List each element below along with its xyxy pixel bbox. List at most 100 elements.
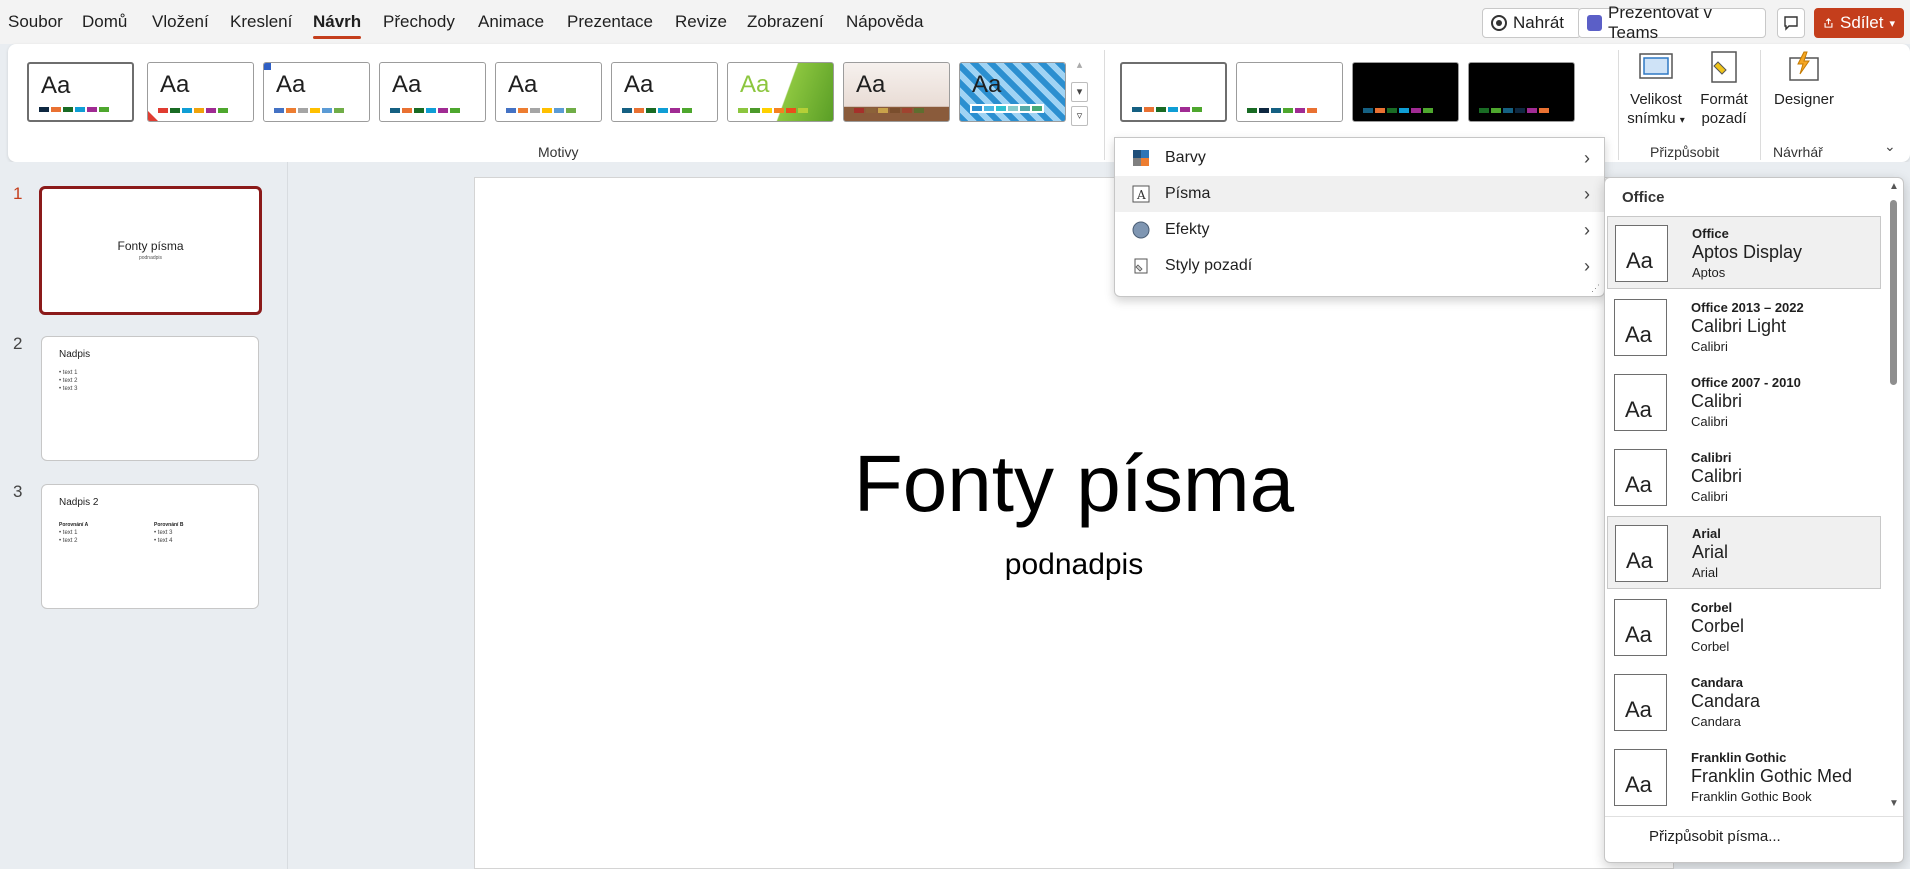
designer-icon xyxy=(1784,50,1824,86)
variant-thumb-1[interactable] xyxy=(1120,62,1227,122)
tab-prezentace[interactable]: Prezentace xyxy=(567,12,653,32)
font-heading: Franklin Gothic Med xyxy=(1691,766,1853,786)
variant-colors xyxy=(1132,107,1202,112)
theme-thumb-5[interactable]: Aa xyxy=(495,62,602,122)
colors-icon xyxy=(1131,148,1151,168)
font-option-corbel[interactable]: Aa Corbel Corbel Corbel xyxy=(1607,591,1881,664)
font-option-office-2013[interactable]: Aa Office 2013 – 2022 Calibri Light Cali… xyxy=(1607,291,1881,364)
font-body: Franklin Gothic Book xyxy=(1691,789,1812,804)
resize-grip-icon[interactable]: ⋰ xyxy=(1591,283,1600,294)
customize-fonts-label: Přizpůsobit písma... xyxy=(1649,828,1781,845)
menu-item-colors[interactable]: Barvy › xyxy=(1115,140,1604,176)
font-set-name: Corbel xyxy=(1691,600,1733,615)
slide-number: 1 xyxy=(13,184,23,203)
font-set-name: Calibri xyxy=(1691,450,1732,465)
ribbon-collapse-icon[interactable]: ⌄ xyxy=(1884,138,1896,155)
slide-subtitle[interactable]: podnadpis xyxy=(475,548,1673,582)
slide-thumbnails-panel: 1 Fonty písma podnadpis 2 Nadpis • text … xyxy=(0,162,288,869)
font-preview-icon: Aa xyxy=(1615,225,1668,282)
tab-kresleni[interactable]: Kreslení xyxy=(230,12,292,32)
format-background-icon xyxy=(1704,50,1744,86)
scroll-up-icon[interactable]: ▲ xyxy=(1889,181,1899,192)
font-body: Candara xyxy=(1691,714,1741,729)
theme-aa: Aa xyxy=(624,71,654,98)
gallery-scroll-up[interactable]: ▴ xyxy=(1071,56,1088,76)
theme-thumb-7[interactable]: Aa xyxy=(727,62,834,122)
fonts-scrollbar[interactable]: ▲ ▼ xyxy=(1885,178,1903,816)
tab-prechody[interactable]: Přechody xyxy=(383,12,455,32)
thumb-bullet: • text 3 xyxy=(59,386,78,392)
slide-thumbnail-2[interactable]: Nadpis • text 1 • text 2 • text 3 xyxy=(41,336,259,461)
font-heading: Calibri Light xyxy=(1691,316,1787,336)
theme-corner-accent xyxy=(264,63,271,70)
share-button[interactable]: Sdílet ▾ xyxy=(1814,8,1904,38)
font-set-name: Franklin Gothic xyxy=(1691,750,1787,765)
thumb-title: Nadpis 2 xyxy=(59,497,99,508)
chevron-right-icon: › xyxy=(1584,219,1590,240)
tab-zobrazeni[interactable]: Zobrazení xyxy=(747,12,824,32)
gallery-expand[interactable]: ▿ xyxy=(1071,106,1088,126)
theme-colors xyxy=(970,104,1044,113)
designer-button[interactable]: Designer xyxy=(1766,50,1842,109)
menu-item-label: Barvy xyxy=(1165,149,1206,166)
tab-napoveda[interactable]: Nápověda xyxy=(846,12,924,32)
menu-item-effects[interactable]: Efekty › xyxy=(1115,212,1604,248)
record-button[interactable]: Nahrát xyxy=(1482,8,1581,38)
variants-dropdown-menu: Barvy › A Písma › Efekty › Styly pozadí … xyxy=(1114,137,1605,297)
slide-thumbnail-3[interactable]: Nadpis 2 Porovnání A • text 1 • text 2 P… xyxy=(41,484,259,609)
menu-item-background-styles[interactable]: Styly pozadí › xyxy=(1115,248,1604,284)
variant-colors xyxy=(1479,108,1549,113)
scroll-down-icon[interactable]: ▼ xyxy=(1889,798,1899,809)
theme-thumb-9[interactable]: Aa xyxy=(959,62,1066,122)
gallery-scroll-down[interactable]: ▾ xyxy=(1071,82,1088,102)
thumb-bullet: • text 3 xyxy=(154,530,173,536)
thumb-title: Nadpis xyxy=(59,349,91,360)
theme-thumb-6[interactable]: Aa xyxy=(611,62,718,122)
variant-thumb-4[interactable] xyxy=(1468,62,1575,122)
theme-aa: Aa xyxy=(856,71,886,98)
variant-colors xyxy=(1247,108,1317,113)
font-option-candara[interactable]: Aa Candara Candara Candara xyxy=(1607,666,1881,739)
slide-size-button[interactable]: Velikost snímku ▾ xyxy=(1625,50,1687,130)
font-option-arial[interactable]: Aa Arial Arial Arial xyxy=(1607,516,1881,589)
slide-number: 2 xyxy=(13,334,23,353)
chevron-down-icon: ▾ xyxy=(1679,115,1685,126)
menu-item-label: Písma xyxy=(1165,185,1211,202)
font-option-office[interactable]: Aa Office Aptos Display Aptos xyxy=(1607,216,1881,289)
font-set-name: Office xyxy=(1692,226,1729,241)
tab-vlozeni[interactable]: Vložení xyxy=(152,12,209,32)
font-option-calibri[interactable]: Aa Calibri Calibri Calibri xyxy=(1607,441,1881,514)
scrollbar-thumb[interactable] xyxy=(1890,200,1897,385)
variant-thumb-2[interactable] xyxy=(1236,62,1343,122)
format-background-button[interactable]: Formát pozadí xyxy=(1694,50,1754,128)
font-option-franklin-gothic[interactable]: Aa Franklin Gothic Franklin Gothic Med F… xyxy=(1607,741,1881,814)
slide-thumbnail-1[interactable]: Fonty písma podnadpis xyxy=(39,186,262,315)
variant-thumb-3[interactable] xyxy=(1352,62,1459,122)
theme-aa: Aa xyxy=(392,71,422,98)
comments-button[interactable] xyxy=(1777,8,1805,38)
theme-thumb-3[interactable]: Aa xyxy=(263,62,370,122)
tab-domu[interactable]: Domů xyxy=(82,12,127,32)
slide-size-label-1: Velikost xyxy=(1630,91,1682,108)
theme-thumb-8[interactable]: Aa xyxy=(843,62,950,122)
font-preview-icon: Aa xyxy=(1614,674,1667,731)
slide-title[interactable]: Fonty písma xyxy=(475,438,1673,530)
tab-revize[interactable]: Revize xyxy=(675,12,727,32)
tab-soubor[interactable]: Soubor xyxy=(8,12,63,32)
chevron-right-icon: › xyxy=(1584,147,1590,168)
theme-thumb-1[interactable]: Aa xyxy=(27,62,134,122)
font-heading: Calibri xyxy=(1691,391,1743,411)
present-in-teams-button[interactable]: Prezentovat v Teams xyxy=(1578,3,1766,42)
tab-animace[interactable]: Animace xyxy=(478,12,544,32)
tab-navrh[interactable]: Návrh xyxy=(313,12,362,39)
customize-fonts-item[interactable]: Přizpůsobit písma... xyxy=(1605,816,1903,862)
menu-item-fonts[interactable]: A Písma › xyxy=(1115,176,1604,212)
font-heading: Aptos Display xyxy=(1692,242,1803,262)
font-option-office-2007[interactable]: Aa Office 2007 - 2010 Calibri Calibri xyxy=(1607,366,1881,439)
theme-thumb-2[interactable]: Aa xyxy=(147,62,254,122)
variant-colors xyxy=(1363,108,1433,113)
share-icon xyxy=(1824,18,1833,28)
thumb-bullet: • text 1 xyxy=(59,530,78,536)
font-heading: Candara xyxy=(1691,691,1761,711)
theme-thumb-4[interactable]: Aa xyxy=(379,62,486,122)
